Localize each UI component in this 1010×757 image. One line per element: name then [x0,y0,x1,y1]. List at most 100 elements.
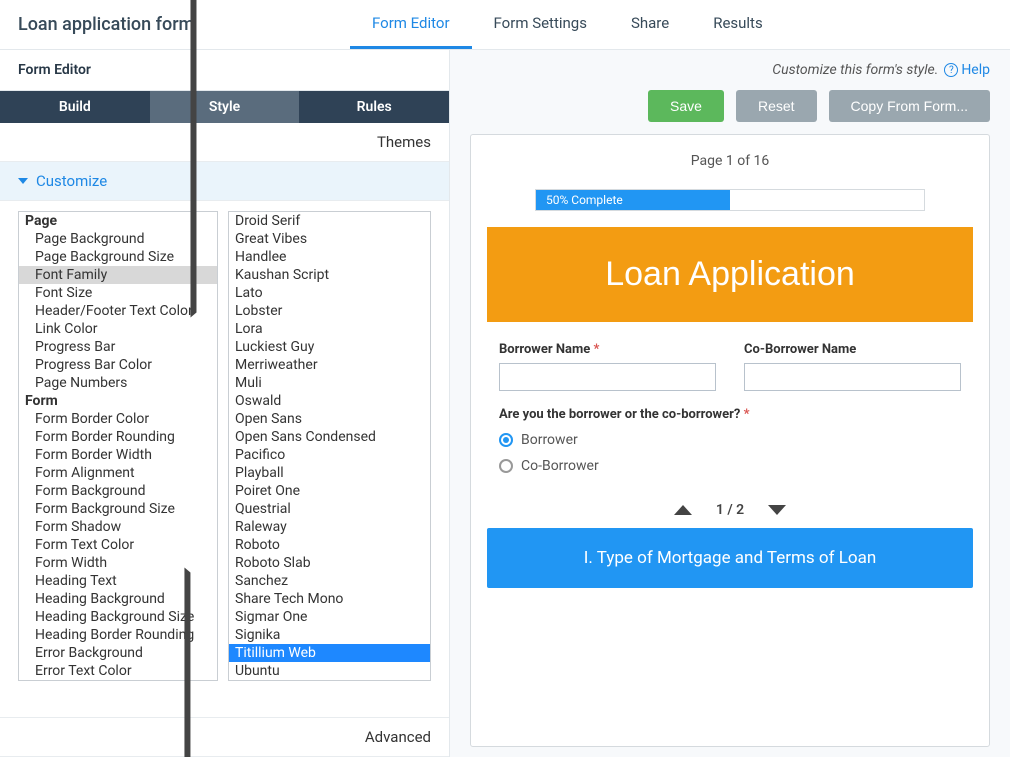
tab-results[interactable]: Results [691,0,785,49]
progress-bar-fill: 50% Complete [536,190,730,210]
settings-item[interactable]: Font Family [19,266,217,284]
preview-scroll[interactable]: Page 1 of 16 50% Complete Loan Applicati… [477,141,983,740]
tab-share[interactable]: Share [609,0,691,49]
settings-item[interactable]: Progress Bar Color [19,356,217,374]
borrower-label: Borrower Name * [499,342,716,357]
settings-item[interactable]: Page Numbers [19,374,217,392]
role-question: Are you the borrower or the co-borrower?… [487,407,973,422]
font-option[interactable]: Open Sans Condensed [229,428,430,446]
help-icon: ? [944,63,958,77]
settings-item[interactable]: Page Background [19,230,217,248]
field-row: Borrower Name * Co-Borrower Name [487,342,973,407]
section-banner: I. Type of Mortgage and Terms of Loan [487,528,973,588]
font-option[interactable]: Great Vibes [229,230,430,248]
font-option[interactable]: Poiret One [229,482,430,500]
preview-frame: Page 1 of 16 50% Complete Loan Applicati… [470,134,990,747]
accordion-advanced-label: Advanced [365,728,431,746]
coborrower-input[interactable] [744,363,961,391]
radio-on-icon [499,433,513,447]
settings-item[interactable]: Form Text Color [19,536,217,554]
accordion-customize-label: Customize [36,172,107,190]
font-option[interactable]: Roboto [229,536,430,554]
subtab-rules[interactable]: Rules [299,91,449,123]
pager-prev-icon[interactable] [674,505,692,515]
font-option[interactable]: Raleway [229,518,430,536]
settings-item[interactable]: Form Border Color [19,410,217,428]
font-option[interactable]: Pacifico [229,446,430,464]
font-option[interactable]: Share Tech Mono [229,590,430,608]
font-option[interactable]: Muli [229,374,430,392]
radio-coborrower[interactable]: Co-Borrower [499,458,961,474]
font-option[interactable]: Playball [229,464,430,482]
top-nav: Form Editor Form Settings Share Results [350,0,785,49]
save-button[interactable]: Save [648,90,724,122]
settings-group: Form [19,392,217,410]
subnav: Build Style Rules [0,91,449,123]
radio-borrower[interactable]: Borrower [499,432,961,448]
subtab-build[interactable]: Build [0,91,150,123]
right-panel: Customize this form's style. ? Help Save… [450,50,1010,757]
settings-item[interactable]: Form Shadow [19,518,217,536]
font-option[interactable]: Droid Serif [229,212,430,230]
font-option[interactable]: Sanchez [229,572,430,590]
font-option[interactable]: Lobster [229,302,430,320]
radio-off-icon [499,459,513,473]
pager-next-icon[interactable] [768,505,786,515]
settings-item[interactable]: Form Border Rounding [19,428,217,446]
help-label: Help [961,62,990,78]
font-option[interactable]: Ubuntu [229,662,430,680]
form-hero-title: Loan Application [487,227,973,322]
coborrower-label: Co-Borrower Name [744,342,961,357]
accordion-themes-label: Themes [377,133,431,151]
chevron-right-icon [190,0,196,317]
settings-item[interactable]: Page Background Size [19,248,217,266]
settings-item[interactable]: Font Size [19,284,217,302]
font-option[interactable]: Sigmar One [229,608,430,626]
font-option[interactable]: Merriweather [229,356,430,374]
font-option[interactable]: Lato [229,284,430,302]
settings-item[interactable]: Link Color [19,320,217,338]
font-option[interactable]: Questrial [229,500,430,518]
settings-item[interactable]: Form Border Width [19,446,217,464]
settings-item[interactable]: Form Background [19,482,217,500]
tab-form-editor[interactable]: Form Editor [350,0,472,49]
font-option[interactable]: Open Sans [229,410,430,428]
left-panel: Form Editor Build Style Rules Themes Cus… [0,50,450,757]
top-bar: Loan application form Form Editor Form S… [0,0,1010,50]
section-pager: 1 / 2 [487,502,973,518]
settings-group: Page [19,212,217,230]
font-option[interactable]: Roboto Slab [229,554,430,572]
borrower-input[interactable] [499,363,716,391]
tab-form-settings[interactable]: Form Settings [472,0,609,49]
font-option[interactable]: Handlee [229,248,430,266]
help-link[interactable]: ? Help [944,62,990,78]
panel-title: Form Editor [0,50,449,91]
role-radios: Borrower Co-Borrower [487,432,973,498]
pager-text: 1 / 2 [716,502,744,518]
accordion-customize[interactable]: Customize [0,162,449,201]
reset-button[interactable]: Reset [736,90,817,122]
page-indicator: Page 1 of 16 [487,153,973,169]
font-options-list[interactable]: Droid SerifGreat VibesHandleeKaushan Scr… [228,211,431,681]
settings-item[interactable]: Form Background Size [19,500,217,518]
font-option[interactable]: Signika [229,626,430,644]
font-option[interactable]: Lora [229,320,430,338]
form-title: Loan application form [0,14,350,35]
font-option[interactable]: Oswald [229,392,430,410]
accordion-advanced[interactable]: Advanced [0,717,449,757]
settings-item[interactable]: Progress Bar [19,338,217,356]
progress-bar-track: 50% Complete [535,189,925,211]
action-buttons: Save Reset Copy From Form... [450,90,1010,134]
font-option[interactable]: Luckiest Guy [229,338,430,356]
customize-hint: Customize this form's style. [772,62,938,78]
settings-item[interactable]: Form Alignment [19,464,217,482]
subtab-style[interactable]: Style [150,91,300,123]
accordion-themes[interactable]: Themes [0,123,449,162]
copy-from-form-button[interactable]: Copy From Form... [829,90,990,122]
font-option[interactable]: Titillium Web [229,644,430,662]
right-header: Customize this form's style. ? Help [450,50,1010,90]
font-option[interactable]: Kaushan Script [229,266,430,284]
settings-item[interactable]: Header/Footer Text Color [19,302,217,320]
chevron-down-icon [18,178,28,184]
chevron-right-icon [184,568,190,757]
